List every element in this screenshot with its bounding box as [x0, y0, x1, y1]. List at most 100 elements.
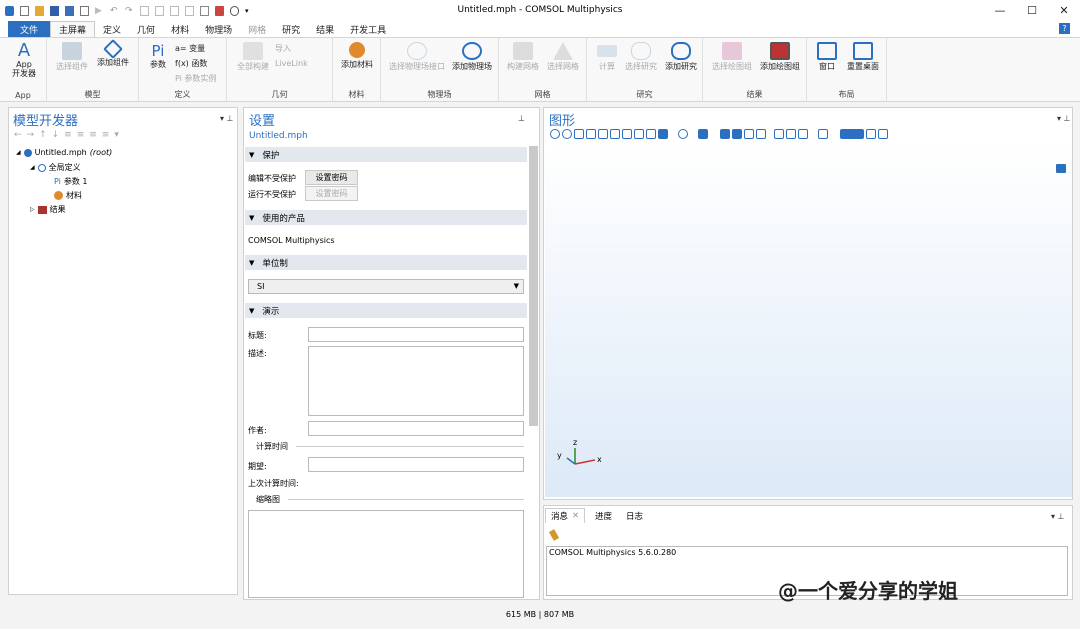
graphics-menu-icon[interactable]: ▾ ⊥ [1057, 114, 1071, 123]
select-icon[interactable] [798, 129, 808, 139]
expand-icon[interactable]: ▷ [30, 206, 35, 213]
close-button[interactable]: ✕ [1048, 0, 1080, 20]
livelink-button[interactable]: LiveLink [275, 59, 308, 68]
paste-icon[interactable] [170, 6, 179, 16]
build-mesh-button[interactable]: 构建网格 [503, 42, 543, 71]
zoom-in-icon[interactable] [550, 129, 560, 139]
tab-results[interactable]: 结果 [308, 21, 342, 37]
new-file-icon[interactable] [20, 6, 29, 16]
window-button[interactable]: 窗口 [813, 42, 841, 71]
functions-button[interactable]: f(x) 函数 [175, 58, 207, 69]
tab-physics[interactable]: 物理场 [197, 21, 240, 37]
show-icon[interactable] [786, 129, 796, 139]
graphics-toolbar-row1[interactable] [550, 129, 1070, 141]
tree-root[interactable]: ◢ Untitled.mph (root) [16, 148, 112, 157]
open-folder-icon[interactable] [35, 6, 44, 16]
section-unit-system[interactable]: ▼单位制 [245, 255, 527, 270]
view-xy-icon[interactable] [622, 129, 632, 139]
tab-definitions[interactable]: 定义 [95, 21, 129, 37]
undo-icon[interactable]: ↶ [110, 6, 119, 16]
view-zx-icon[interactable] [646, 129, 656, 139]
save-as-icon[interactable] [65, 6, 74, 16]
graphics-icon[interactable] [215, 6, 224, 16]
rotate-icon[interactable] [678, 129, 688, 139]
delete-icon[interactable] [185, 6, 194, 16]
duplicate-icon[interactable] [155, 6, 164, 16]
zoom-icon[interactable] [200, 6, 209, 16]
transparency-icon[interactable] [744, 129, 754, 139]
description-textarea[interactable] [308, 346, 524, 416]
help-icon[interactable]: ? [1059, 23, 1070, 34]
collapse-icon[interactable]: ◢ [16, 149, 21, 156]
select-plot-group-button[interactable]: 选择绘图组 [707, 42, 757, 71]
settings-scrollbar[interactable] [529, 146, 538, 426]
build-all-button[interactable]: 全部构建 [233, 42, 273, 71]
close-tab-icon[interactable]: ✕ [572, 511, 579, 521]
tab-log[interactable]: 日志 [621, 508, 648, 523]
render-icon[interactable] [720, 129, 730, 139]
select-study-button[interactable]: 选择研究 [621, 42, 661, 71]
tab-home[interactable]: 主屏幕 [50, 21, 95, 37]
select-mesh-button[interactable]: 选择网格 [543, 42, 583, 71]
tree-materials[interactable]: 材料 [54, 190, 82, 201]
zoom-box-icon[interactable] [574, 129, 584, 139]
title-input[interactable] [308, 327, 524, 342]
scene-light-icon[interactable] [732, 129, 742, 139]
tree-parameters[interactable]: Pi 参数 1 [54, 176, 88, 187]
select-box-icon[interactable] [698, 129, 708, 139]
tab-mesh[interactable]: 网格 [240, 21, 274, 37]
zoom-extents-icon[interactable] [586, 129, 596, 139]
builder-toolbar[interactable]: ←→↑↓≡≡≡≡▾ [14, 130, 124, 140]
grid-icon[interactable] [598, 129, 608, 139]
tree-global-definitions[interactable]: ◢ 全局定义 [30, 162, 81, 173]
set-run-password-button[interactable]: 设置密码 [305, 186, 358, 201]
parameters-button[interactable]: Pi参数 [144, 42, 172, 69]
tab-study[interactable]: 研究 [274, 21, 308, 37]
add-physics-button[interactable]: 添加物理场 [449, 42, 495, 71]
collapse-icon[interactable]: ◢ [30, 164, 35, 171]
unit-system-select[interactable]: SI▼ [248, 279, 524, 294]
section-products[interactable]: ▼使用的产品 [245, 210, 527, 225]
copy-image-icon[interactable] [818, 129, 828, 139]
layout2-icon[interactable] [878, 129, 888, 139]
qa-more-icon[interactable]: ▾ [245, 7, 249, 15]
highlight-icon[interactable] [840, 129, 864, 139]
messages-menu-icon[interactable]: ▾ ⊥ [1051, 512, 1065, 521]
run-icon[interactable]: ▶ [95, 6, 104, 16]
redo-icon[interactable]: ↷ [125, 6, 134, 16]
section-presentation[interactable]: ▼演示 [245, 303, 527, 318]
maximize-button[interactable]: ☐ [1016, 0, 1048, 20]
hide-icon[interactable] [774, 129, 784, 139]
copy-icon[interactable] [140, 6, 149, 16]
tab-geometry[interactable]: 几何 [129, 21, 163, 37]
settings-pin-icon[interactable]: ⊥ [518, 114, 525, 123]
find-icon[interactable] [230, 6, 239, 16]
select-component-button[interactable]: 选择组件 [53, 42, 91, 71]
tab-materials[interactable]: 材料 [163, 21, 197, 37]
layout-icon[interactable] [866, 129, 876, 139]
tab-file[interactable]: 文件 [8, 21, 50, 37]
view-yz-icon[interactable] [634, 129, 644, 139]
add-study-button[interactable]: 添加研究 [661, 42, 701, 71]
panel-menu-icon[interactable]: ▾ ⊥ [220, 114, 234, 123]
add-component-button[interactable]: 添加组件 [93, 42, 133, 67]
variables-button[interactable]: a= 变量 [175, 43, 205, 54]
app-builder-button[interactable]: A App 开发器 [8, 42, 40, 78]
author-input[interactable] [308, 421, 524, 436]
tab-progress[interactable]: 进度 [590, 508, 617, 523]
add-material-button[interactable]: 添加材料 [337, 42, 377, 69]
parameter-instances-button[interactable]: Pi 参数实例 [175, 73, 216, 84]
add-plot-group-button[interactable]: 添加绘图组 [755, 42, 805, 71]
set-edit-password-button[interactable]: 设置密码 [305, 170, 358, 185]
select-physics-button[interactable]: 选择物理场接口 [385, 42, 449, 71]
section-protection[interactable]: ▼保护 [245, 147, 527, 162]
expand-icon[interactable] [1056, 164, 1066, 173]
import-button[interactable]: 导入 [275, 43, 291, 54]
minimize-button[interactable]: — [984, 0, 1016, 20]
expected-input[interactable] [308, 457, 524, 472]
print-icon[interactable] [80, 6, 89, 16]
save-icon[interactable] [50, 6, 59, 16]
graphics-canvas[interactable]: z y x [545, 144, 1072, 497]
tab-developer[interactable]: 开发工具 [342, 21, 394, 37]
axis-icon[interactable] [610, 129, 620, 139]
